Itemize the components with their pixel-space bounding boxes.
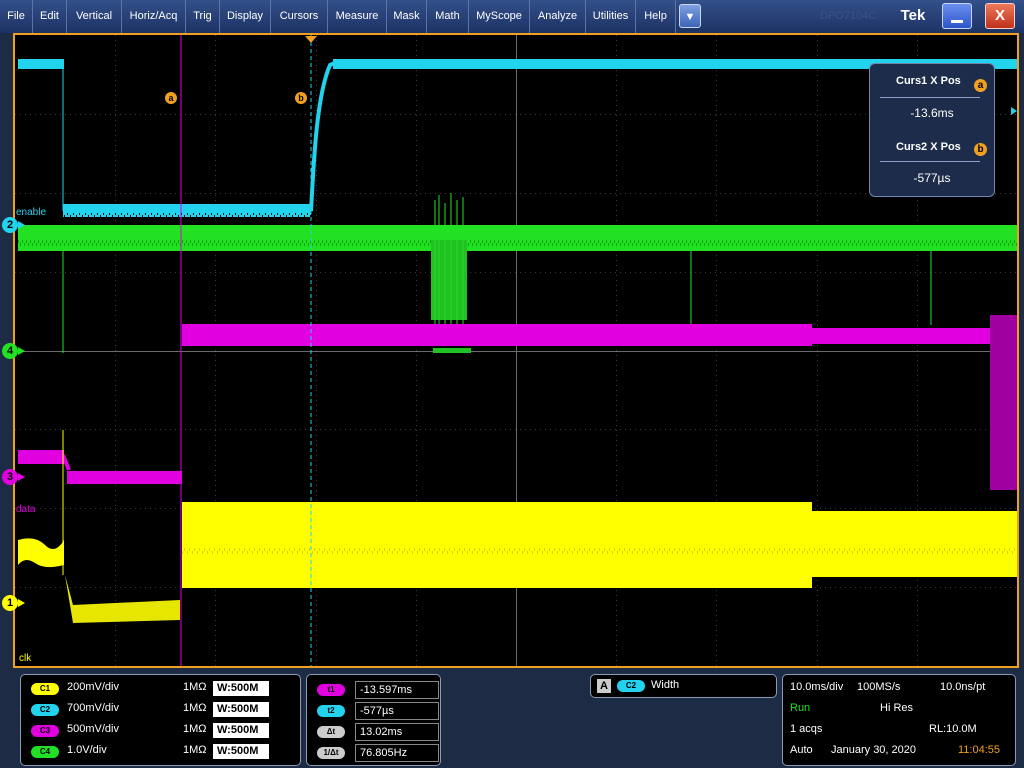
measurement-panel[interactable]: A C2 Width [590,674,777,698]
t2-value[interactable]: -577µs [355,702,439,720]
menu-help[interactable]: Help [636,0,676,33]
acquisition-panel[interactable]: 10.0ms/div 100MS/s 10.0ns/pt Run Hi Res … [782,674,1016,766]
ch1-marker[interactable]: 1 [2,595,25,611]
c3-impedance: 1MΩ [183,723,207,735]
menu-bar: File Edit Vertical Horiz/Acq Trig Displa… [0,0,1024,33]
delta-t-badge: Δt [317,726,345,738]
curs2-label: Curs2 X Pos [896,141,961,153]
c4-impedance: 1MΩ [183,744,207,756]
acq-mode: Hi Res [880,702,914,714]
curs1-label: Curs1 X Pos [896,75,961,87]
menu-math[interactable]: Math [427,0,469,33]
resolution: 10.0ns/pt [940,681,986,693]
ch3-marker[interactable]: 3 [2,469,25,485]
c2-bandwidth[interactable]: W:500M [213,702,269,717]
menu-utilities[interactable]: Utilities [586,0,636,33]
sample-rate: 100MS/s [857,681,901,693]
c1-impedance: 1MΩ [183,681,207,693]
curs1-badge: a [974,79,987,92]
curs2-separator [880,161,980,162]
ch1-waveform [18,430,1017,623]
c4-scale[interactable]: 1.0V/div [67,744,107,756]
curs1-separator [880,97,980,98]
menu-horiz-acq[interactable]: Horiz/Acq [122,0,186,33]
inv-delta-t-badge: 1/Δt [317,747,345,759]
menu-edit[interactable]: Edit [33,0,67,33]
cursor-b-badge[interactable]: b [295,92,307,104]
curs2-badge: b [974,143,987,156]
acq-state[interactable]: Run [790,702,810,714]
t2-badge: t2 [317,705,345,717]
c1-bandwidth[interactable]: W:500M [213,681,269,696]
c2-badge[interactable]: C2 [31,704,59,716]
t1-value[interactable]: -13.597ms [355,681,439,699]
cursor-a-badge[interactable]: a [165,92,177,104]
timebase[interactable]: 10.0ms/div [790,681,843,693]
ch2-waveform [18,59,1017,217]
c3-badge[interactable]: C3 [31,725,59,737]
waveform-canvas [15,35,1017,666]
c1-badge[interactable]: C1 [31,683,59,695]
c4-badge[interactable]: C4 [31,746,59,758]
acq-date: January 30, 2020 [831,744,917,756]
ch2-marker[interactable]: 2 [2,217,25,233]
measurement-letter: A [597,679,611,693]
c3-scale[interactable]: 500mV/div [67,723,119,735]
curs2-value: -577µs [913,171,951,185]
menu-dropdown-button[interactable]: ▼ [679,4,701,28]
menu-myscope[interactable]: MyScope [469,0,530,33]
close-button[interactable]: X [985,3,1015,29]
menu-analyze[interactable]: Analyze [530,0,586,33]
c2-scale[interactable]: 700mV/div [67,702,119,714]
minimize-button[interactable] [942,3,972,29]
menu-file[interactable]: File [0,0,33,33]
trigger-mode: Auto [790,744,813,756]
acq-time: 11:04:55 [958,744,1001,756]
c2-impedance: 1MΩ [183,702,207,714]
tek-logo: Tek [900,7,926,24]
c4-bandwidth[interactable]: W:500M [213,744,269,759]
menu-mask[interactable]: Mask [387,0,427,33]
cursor-values-panel: t1 -13.597ms t2 -577µs Δt 13.02ms 1/Δt 7… [306,674,441,766]
menu-measure[interactable]: Measure [328,0,387,33]
model-ghost-text: DPO7104C [820,10,877,22]
measurement-name: Width [651,679,680,691]
label-clk: clk [19,653,32,664]
record-length: RL:10.0M [929,723,977,735]
menu-cursors[interactable]: Cursors [271,0,328,33]
menu-display[interactable]: Display [220,0,271,33]
label-enable: enable [16,207,47,218]
inv-delta-t-value[interactable]: 76.805Hz [355,744,439,762]
menu-trig[interactable]: Trig [186,0,220,33]
c1-scale[interactable]: 200mV/div [67,681,119,693]
curs1-value: -13.6ms [910,106,954,120]
label-data: data [16,504,36,515]
menu-vertical[interactable]: Vertical [67,0,122,33]
measurement-source-badge: C2 [617,680,645,692]
ch4-marker[interactable]: 4 [2,343,25,359]
acq-count: 1 acqs [790,723,823,735]
cursor-readout-popup[interactable]: Curs1 X Pos a -13.6ms Curs2 X Pos b -577… [869,63,995,197]
t1-badge: t1 [317,684,345,696]
c3-bandwidth[interactable]: W:500M [213,723,269,738]
delta-t-value[interactable]: 13.02ms [355,723,439,741]
channel-settings-panel: C1 200mV/div 1MΩ W:500M C2 700mV/div 1MΩ… [20,674,301,766]
